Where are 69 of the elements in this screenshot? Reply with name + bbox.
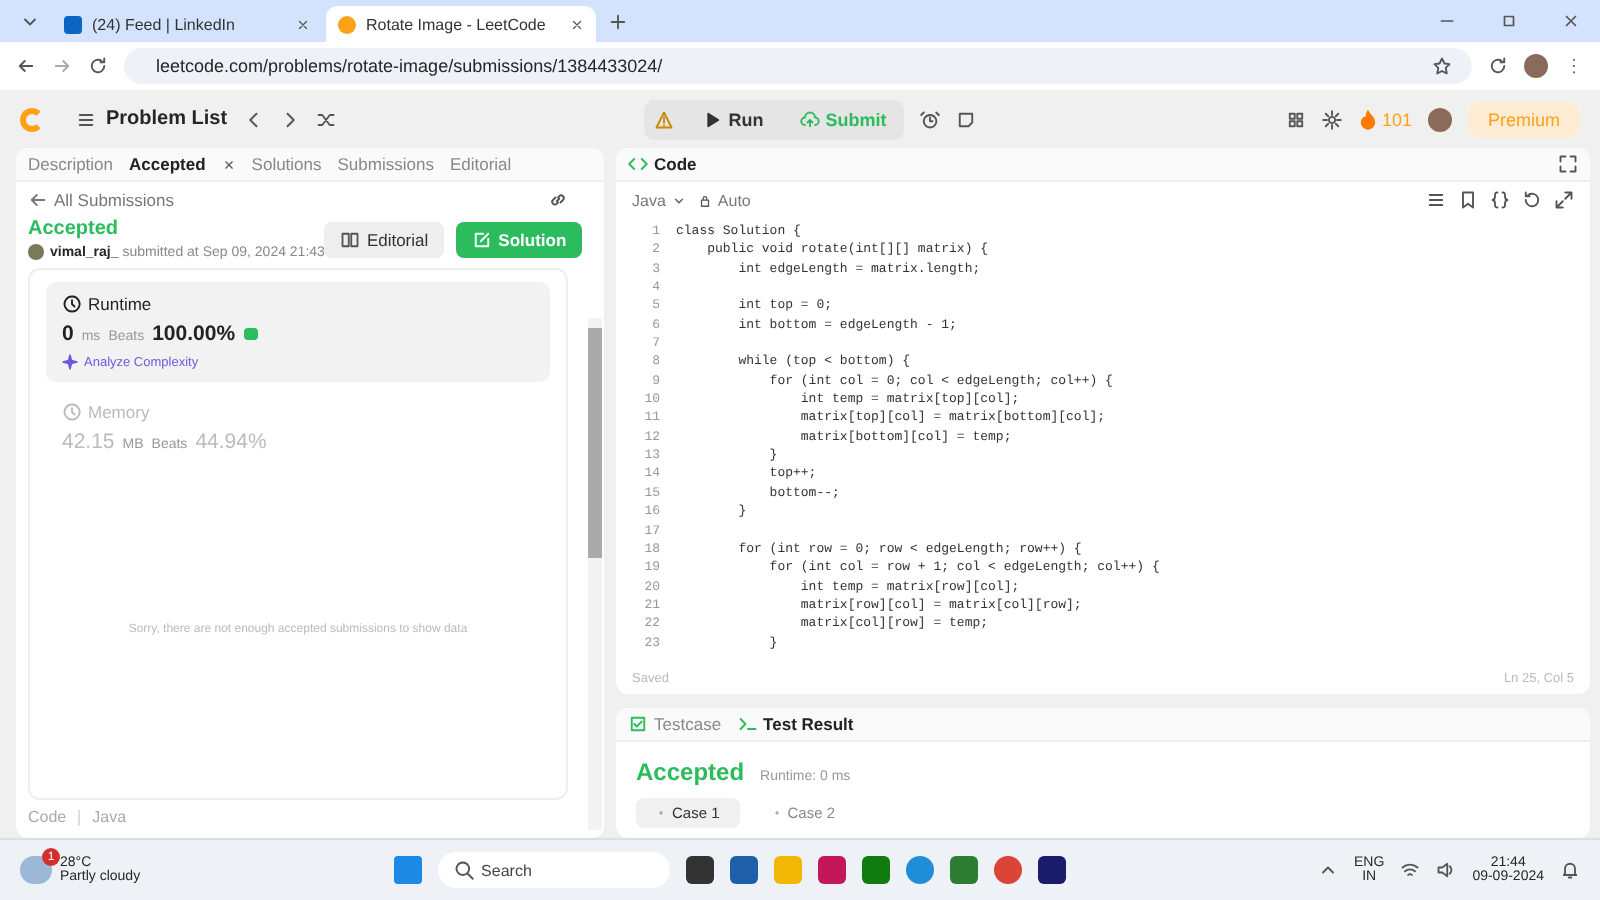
close-icon[interactable] [221, 157, 236, 171]
app-icon[interactable] [1037, 856, 1066, 884]
layout-icon[interactable] [1285, 109, 1306, 129]
cloud-upload-icon [799, 109, 820, 129]
clock-icon [62, 402, 82, 422]
flame-icon [1357, 109, 1378, 129]
braces-icon[interactable] [1490, 190, 1510, 210]
status-text: Accepted [28, 218, 121, 240]
restore-icon[interactable] [1500, 12, 1518, 30]
browser-tab[interactable]: Rotate Image - LeetCode [326, 6, 596, 42]
favicon-icon [338, 15, 356, 33]
scrollbar[interactable] [588, 318, 602, 830]
close-icon[interactable] [296, 17, 310, 31]
beats-value: 100.00% [152, 322, 236, 346]
fullscreen-icon[interactable] [1554, 190, 1574, 210]
code-label: Code [28, 808, 67, 826]
stat-value: 42.15 [62, 430, 115, 454]
auto-mode-toggle[interactable]: Auto [697, 191, 751, 209]
book-icon [340, 229, 361, 249]
bell-icon[interactable] [1560, 860, 1580, 880]
bookmark-icon[interactable] [1458, 190, 1478, 210]
terminal-icon [737, 714, 758, 734]
close-icon[interactable] [570, 17, 584, 31]
language-dropdown[interactable]: Java [632, 191, 686, 209]
shuffle-icon[interactable] [315, 109, 336, 129]
play-icon [702, 109, 723, 129]
list-icon [76, 109, 96, 129]
stat-title: Runtime [62, 294, 534, 314]
beats-value: 44.94% [195, 430, 267, 454]
result-status: Accepted [636, 758, 745, 786]
panel-tab[interactable]: Accepted [129, 154, 206, 174]
all-submissions-link[interactable]: All Submissions [28, 190, 174, 210]
code-icon [628, 154, 648, 174]
chevron-down-icon [671, 193, 686, 207]
reset-icon[interactable] [1522, 190, 1542, 210]
app-icon[interactable] [685, 856, 714, 884]
taskbar-search-field[interactable]: Search [437, 852, 670, 888]
close-icon[interactable] [1562, 12, 1580, 30]
star-icon[interactable] [1432, 56, 1452, 76]
link-icon[interactable] [548, 190, 568, 210]
checkbox-icon [628, 714, 648, 734]
code-tab[interactable]: Code [628, 154, 697, 174]
alarm-clock-icon[interactable] [920, 109, 941, 129]
clock-icon [62, 294, 82, 314]
favicon-icon [64, 15, 82, 33]
avatar-icon [28, 244, 44, 260]
reload-icon[interactable] [88, 56, 108, 76]
wifi-icon[interactable] [1400, 860, 1421, 880]
lock-icon [697, 193, 712, 207]
address-field[interactable]: leetcode.com/problems/rotate-image/submissions/1384433024/ [124, 48, 1472, 84]
language-label: Java [92, 808, 127, 826]
expand-icon[interactable] [1558, 154, 1578, 174]
back-arrow-icon [28, 190, 48, 210]
console-tab[interactable]: Test Result [737, 714, 854, 734]
avatar-icon[interactable] [1427, 107, 1452, 131]
editorial-button[interactable]: Editorial [324, 221, 445, 257]
stat-value: 0 [62, 322, 74, 346]
edit-icon [472, 229, 493, 249]
new-tab-icon[interactable] [608, 11, 628, 31]
format-icon[interactable] [1426, 190, 1446, 210]
stat-title: Memory [62, 402, 534, 422]
sparkle-icon [62, 354, 78, 370]
search-icon [453, 860, 474, 880]
note-icon[interactable] [956, 109, 977, 129]
back-icon[interactable] [16, 56, 36, 76]
browser-tab[interactable]: (24) Feed | LinkedIn [52, 6, 322, 42]
avatar-icon[interactable] [1524, 54, 1548, 78]
volume-icon[interactable] [1436, 860, 1457, 880]
problem-list-link[interactable]: Problem List [76, 108, 228, 130]
